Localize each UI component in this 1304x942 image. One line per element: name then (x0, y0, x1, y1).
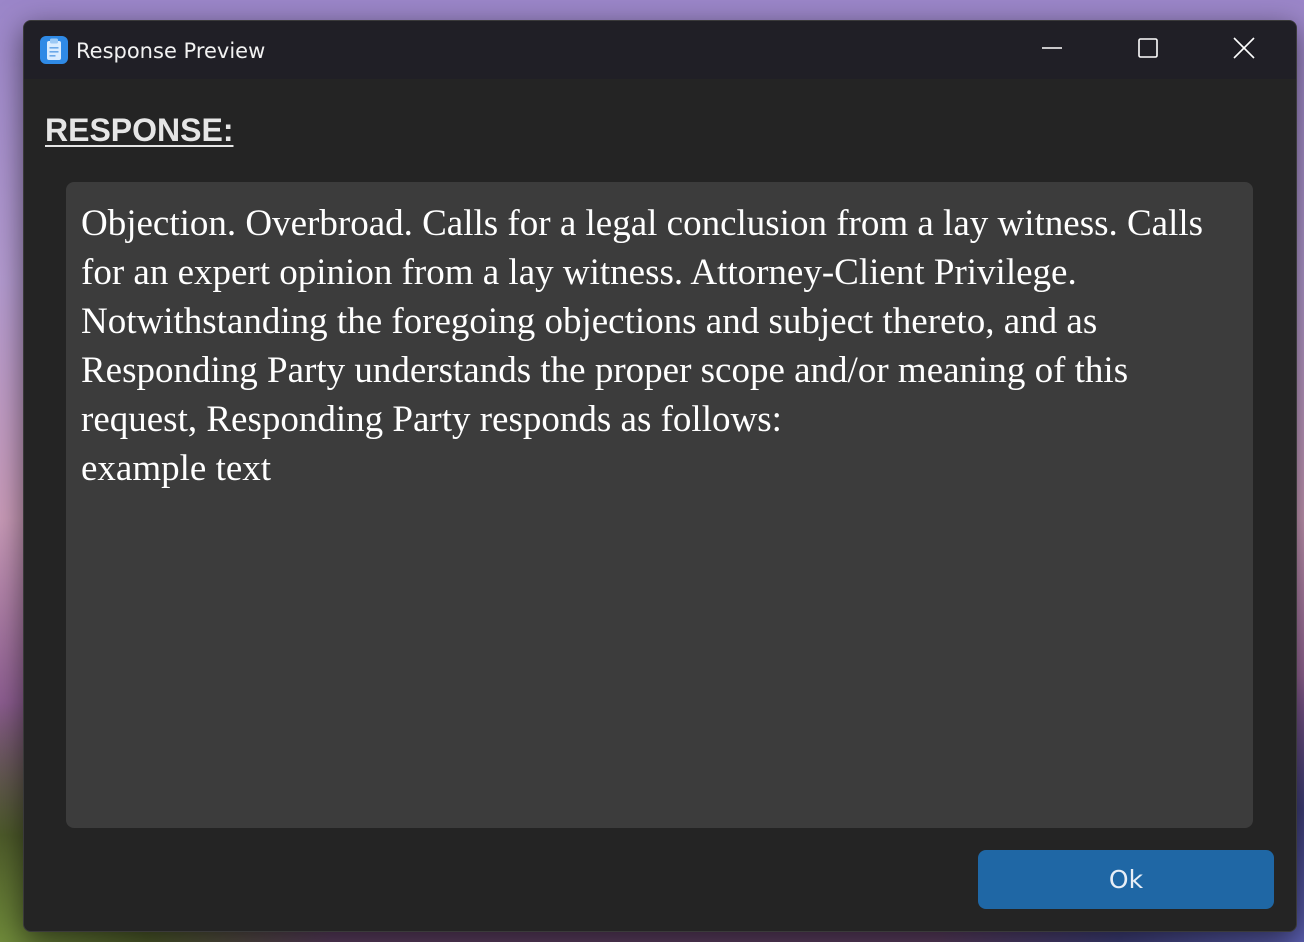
response-text-area[interactable]: Objection. Overbroad. Calls for a legal … (66, 182, 1253, 828)
response-preview-window: Response Preview RESPONSE: Objection. Ov… (23, 20, 1297, 932)
close-button[interactable] (1196, 21, 1292, 79)
window-title: Response Preview (76, 39, 266, 63)
minimize-button[interactable] (1004, 21, 1100, 79)
clipboard-icon (39, 35, 69, 65)
close-icon (1233, 36, 1255, 64)
response-heading: RESPONSE: (45, 112, 234, 148)
title-bar[interactable]: Response Preview (24, 21, 1296, 79)
maximize-button[interactable] (1100, 21, 1196, 79)
maximize-icon (1137, 37, 1159, 64)
minimize-icon (1041, 37, 1063, 64)
ok-button[interactable]: Ok (978, 850, 1274, 909)
